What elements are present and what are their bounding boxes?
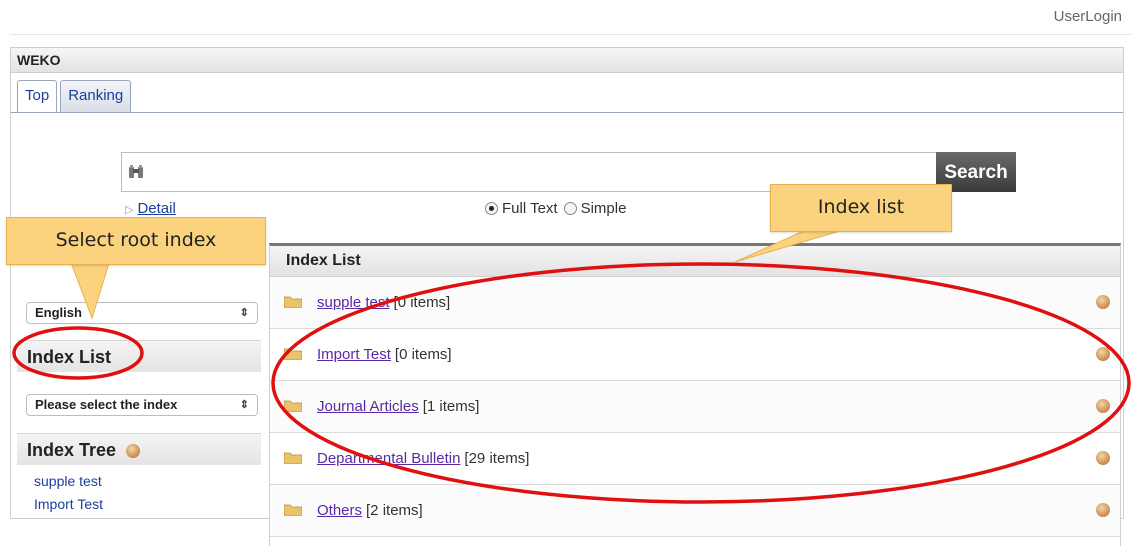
index-row-count: [29 items] bbox=[464, 450, 530, 467]
rss-orb-icon[interactable] bbox=[1096, 347, 1110, 361]
weko-frame: WEKO Top Ranking Search ▷ Detail Full Tex… bbox=[10, 47, 1124, 546]
tab-bar: Top Ranking bbox=[17, 80, 132, 112]
index-select[interactable]: Please select the index ⇕ bbox=[26, 394, 258, 416]
weko-title-bar: WEKO bbox=[11, 48, 1123, 73]
triangle-right-icon: ▷ bbox=[125, 204, 134, 216]
user-login-link[interactable]: UserLogin bbox=[1054, 8, 1122, 25]
select-arrows-icon: ⇕ bbox=[239, 307, 249, 319]
index-list-heading-label: Index List bbox=[27, 347, 112, 367]
index-row-count: [0 items] bbox=[393, 294, 451, 311]
index-row: Import Test [0 items] bbox=[270, 329, 1120, 381]
folder-icon bbox=[284, 452, 302, 464]
index-row-link[interactable]: supple test bbox=[317, 294, 390, 311]
folder-icon bbox=[284, 296, 302, 308]
weko-title: WEKO bbox=[17, 52, 61, 68]
tab-ranking[interactable]: Ranking bbox=[60, 80, 132, 112]
index-list-panel: Index List supple test [0 items] Import T… bbox=[269, 243, 1121, 546]
detail-link[interactable]: Detail bbox=[137, 200, 175, 217]
folder-icon bbox=[284, 400, 302, 412]
index-row: Journal Articles [1 items] bbox=[270, 381, 1120, 433]
rss-orb-icon[interactable] bbox=[1096, 295, 1110, 309]
folder-icon bbox=[284, 348, 302, 360]
index-row-count: [1 items] bbox=[422, 398, 480, 415]
tree-item-supple-test[interactable]: supple test bbox=[34, 473, 102, 489]
index-row: Departmental Bulletin [29 items] bbox=[270, 433, 1120, 485]
index-row-link[interactable]: Import Test bbox=[317, 346, 391, 363]
tab-divider bbox=[11, 112, 1123, 113]
rss-orb-icon[interactable] bbox=[1096, 451, 1110, 465]
simple-label: Simple bbox=[580, 200, 627, 217]
callout-index-list: Index list bbox=[770, 184, 952, 232]
language-select[interactable]: English ⇕ bbox=[26, 302, 258, 324]
index-tree-heading-label: Index Tree bbox=[27, 440, 117, 460]
index-row-link[interactable]: Others bbox=[317, 502, 362, 519]
index-list-panel-heading: Index List bbox=[270, 246, 1120, 277]
index-row-link[interactable]: Journal Articles bbox=[317, 398, 419, 415]
tab-top[interactable]: Top bbox=[17, 80, 58, 112]
detail-toggle: ▷ Detail bbox=[125, 200, 176, 217]
simple-radio[interactable] bbox=[563, 202, 577, 215]
index-tree-orb-icon[interactable] bbox=[126, 444, 141, 459]
language-select-value: English bbox=[35, 305, 82, 320]
header-divider bbox=[10, 34, 1132, 35]
index-row: supple test [0 items] bbox=[270, 277, 1120, 329]
index-list-heading: Index List bbox=[17, 340, 261, 372]
index-tree-heading: Index Tree bbox=[17, 433, 261, 465]
index-row-count: [0 items] bbox=[394, 346, 452, 363]
search-mode-group: Full Text Simple bbox=[485, 200, 632, 217]
rss-orb-icon[interactable] bbox=[1096, 399, 1110, 413]
callout-select-root-index: Select root index bbox=[6, 217, 266, 265]
rss-orb-icon[interactable] bbox=[1096, 503, 1110, 517]
full-text-label: Full Text bbox=[502, 200, 558, 217]
index-row-link[interactable]: Departmental Bulletin bbox=[317, 450, 460, 467]
folder-icon bbox=[284, 504, 302, 516]
index-row: Others [2 items] bbox=[270, 485, 1120, 537]
index-row-count: [2 items] bbox=[366, 502, 423, 519]
full-text-radio[interactable] bbox=[485, 202, 498, 215]
select-arrows-icon: ⇕ bbox=[239, 399, 249, 411]
binoculars-icon bbox=[129, 165, 143, 178]
tree-item-import-test[interactable]: Import Test bbox=[34, 496, 103, 512]
index-select-value: Please select the index bbox=[35, 397, 178, 412]
index-rows: supple test [0 items] Import Test [0 items… bbox=[270, 277, 1120, 537]
